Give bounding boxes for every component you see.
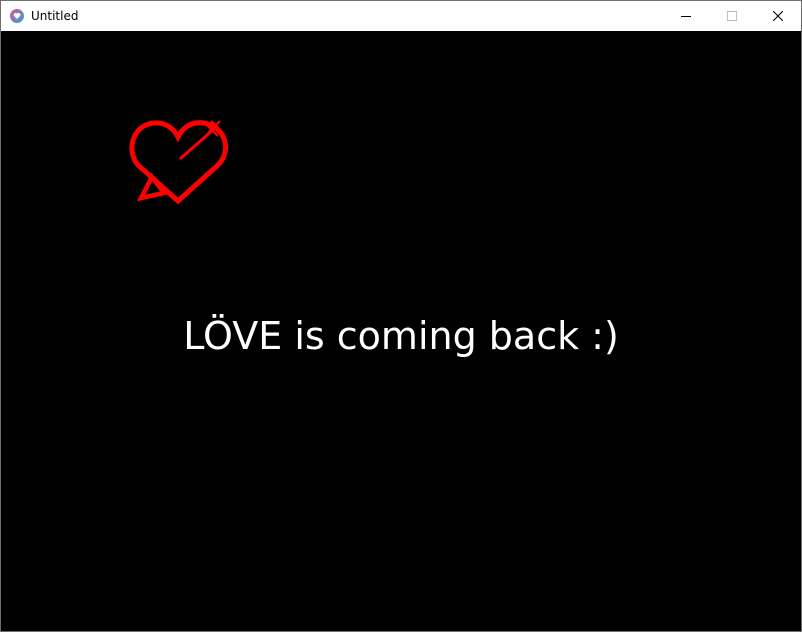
close-icon: [773, 11, 783, 21]
love-heart-icon: [10, 9, 24, 23]
status-message: LÖVE is coming back :): [183, 314, 619, 358]
title-bar[interactable]: Untitled: [1, 1, 801, 31]
minimize-icon: [681, 16, 691, 17]
maximize-button[interactable]: [709, 1, 755, 31]
window-title: Untitled: [31, 9, 79, 23]
close-button[interactable]: [755, 1, 801, 31]
maximize-icon: [727, 11, 737, 21]
minimize-button[interactable]: [663, 1, 709, 31]
game-canvas[interactable]: LÖVE is coming back :): [1, 31, 801, 631]
heart-arrow-icon: [129, 120, 228, 205]
app-window: Untitled LÖVE is coming back:): [0, 0, 802, 632]
